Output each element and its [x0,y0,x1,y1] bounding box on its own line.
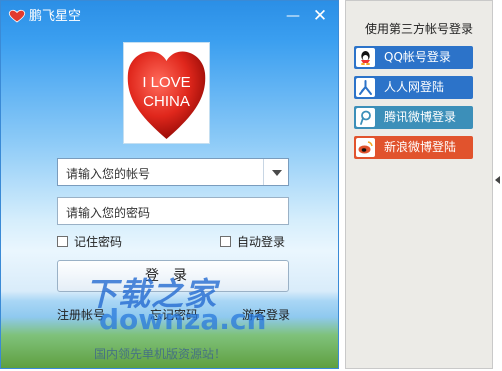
collapse-panel-icon[interactable] [495,176,500,184]
avatar: I LOVE CHINA [123,42,210,144]
remember-password-label: 记住密码 [74,235,123,249]
qq-login-button[interactable]: QQ帐号登录 [354,46,473,69]
sina-weibo-login-label: 新浪微博登陆 [384,140,457,154]
footer-text: 国内领先单机版资源站！ [94,347,227,361]
app-logo-icon [8,9,26,23]
window-title: 鹏飞星空 [29,9,82,24]
title-bar[interactable]: 鹏飞星空 — ✕ [1,1,338,31]
qq-icon [356,48,375,67]
sina-weibo-login-button[interactable]: 新浪微博登陆 [354,136,473,159]
renren-icon [356,78,375,97]
avatar-text-line1: I LOVE [142,74,190,91]
auto-login-label: 自动登录 [237,235,286,249]
watermark-url: downza.cn [99,303,267,336]
third-party-login-panel: 使用第三方帐号登录 QQ帐号登录 人人网登陆 腾讯微博登录 新浪微博登陆 [345,0,493,369]
close-button[interactable]: ✕ [310,6,330,26]
renren-login-button[interactable]: 人人网登陆 [354,76,473,99]
account-input-text: 请输入您的帐号 [66,167,151,181]
tencent-weibo-login-button[interactable]: 腾讯微博登录 [354,106,473,129]
remember-password-checkbox[interactable] [57,236,68,247]
renren-login-label: 人人网登陆 [384,80,445,94]
tencent-weibo-login-label: 腾讯微博登录 [384,110,457,124]
third-party-title: 使用第三方帐号登录 [364,22,473,36]
password-input[interactable]: 请输入您的密码 [57,197,289,225]
qq-login-label: QQ帐号登录 [384,50,451,64]
sina-weibo-icon [356,138,375,157]
login-window: 鹏飞星空 — ✕ I LOVE CHINA 请输入您的帐号 请输入您的密码 记住… [0,0,339,369]
tencent-weibo-icon [356,108,375,127]
password-input-text: 请输入您的密码 [66,206,151,220]
avatar-text-line2: CHINA [143,93,190,110]
chevron-down-icon[interactable] [263,159,288,185]
auto-login-checkbox[interactable] [220,236,231,247]
minimize-button[interactable]: — [283,6,303,26]
heart-avatar-image: I LOVE CHINA [127,51,206,139]
account-input[interactable]: 请输入您的帐号 [57,158,289,186]
